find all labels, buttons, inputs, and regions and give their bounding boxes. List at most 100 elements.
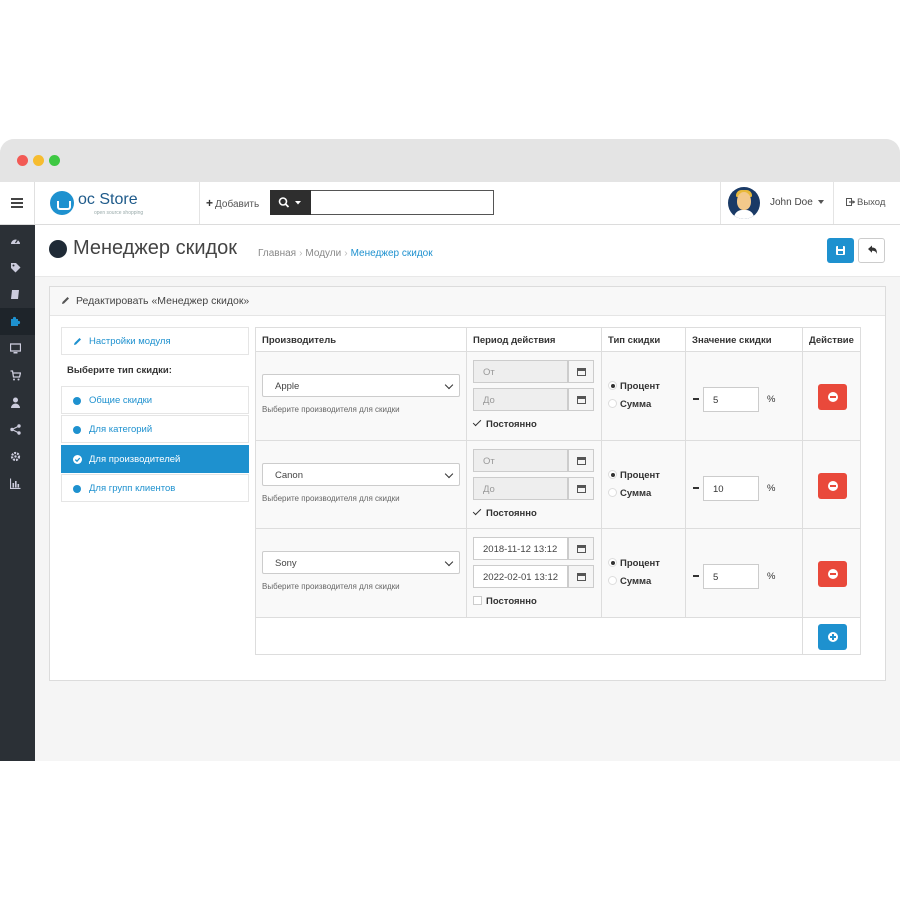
- back-button[interactable]: [858, 238, 885, 263]
- sidebar-item-system[interactable]: [0, 443, 35, 470]
- user-menu[interactable]: John Doe: [770, 197, 824, 208]
- circle-icon: [73, 426, 81, 434]
- plus-icon: +: [206, 196, 214, 210]
- save-button[interactable]: [827, 238, 854, 263]
- cart-icon: [10, 370, 21, 381]
- breadcrumb-separator: ›: [299, 248, 303, 259]
- desktop-icon: [10, 343, 21, 354]
- breadcrumb-home[interactable]: Главная: [258, 248, 296, 259]
- remove-row-button[interactable]: [818, 473, 847, 499]
- check-circle-icon: [73, 455, 82, 464]
- manufacturer-help: Выберите производителя для скидки: [262, 405, 400, 414]
- sidebar-item-catalog[interactable]: [0, 254, 35, 281]
- date-from-input[interactable]: От: [473, 360, 568, 383]
- module-settings-link[interactable]: Настройки модуля: [61, 327, 249, 355]
- remove-row-button[interactable]: [818, 561, 847, 587]
- date-from-input[interactable]: От: [473, 449, 568, 472]
- discount-type-manufacturers[interactable]: Для производителей: [61, 445, 249, 473]
- calendar-button[interactable]: [568, 537, 594, 560]
- discount-type-categories[interactable]: Для категорий: [61, 415, 249, 443]
- manufacturer-value: Sony: [275, 558, 297, 569]
- sidebar-item-marketing[interactable]: [0, 416, 35, 443]
- sign-out-icon: [846, 198, 855, 206]
- breadcrumb-modules[interactable]: Модули: [305, 248, 341, 259]
- calendar-icon: [577, 368, 586, 376]
- remove-row-button[interactable]: [818, 384, 847, 410]
- type-percent-radio[interactable]: Процент: [608, 558, 660, 569]
- avatar[interactable]: [728, 187, 760, 219]
- discount-value-input[interactable]: 5: [703, 564, 759, 589]
- calendar-button[interactable]: [568, 565, 594, 588]
- calendar-button[interactable]: [568, 449, 594, 472]
- edit-panel: Редактировать «Менеджер скидок» Настройк…: [49, 286, 886, 681]
- date-to-input[interactable]: До: [473, 388, 568, 411]
- search-input[interactable]: [311, 190, 494, 215]
- panel-heading-text: Редактировать «Менеджер скидок»: [76, 295, 250, 307]
- type-sum-radio[interactable]: Сумма: [608, 576, 651, 587]
- column-header-manufacturer: Производитель: [255, 327, 467, 352]
- add-new-button[interactable]: + Добавить: [206, 196, 259, 210]
- add-row-button[interactable]: [818, 624, 847, 650]
- sidebar-item-modules[interactable]: [0, 308, 35, 335]
- percent-label: Процент: [620, 381, 660, 392]
- plus-circle-icon: [828, 632, 838, 642]
- sidebar-item-reports[interactable]: [0, 470, 35, 497]
- pencil-icon: [74, 338, 81, 345]
- permanent-label: Постоянно: [486, 596, 537, 607]
- manufacturer-value: Canon: [275, 470, 303, 481]
- breadcrumb-separator: ›: [344, 248, 348, 259]
- save-icon: [836, 246, 845, 255]
- discount-value-input[interactable]: 5: [703, 387, 759, 412]
- store-logo[interactable]: oc Store open source shopping: [48, 188, 198, 218]
- maximize-window-dot[interactable]: [49, 155, 60, 166]
- gear-icon: [10, 451, 21, 462]
- type-sum-radio[interactable]: Сумма: [608, 488, 651, 499]
- permanent-checkbox[interactable]: Постоянно: [473, 508, 537, 519]
- date-to-input[interactable]: До: [473, 477, 568, 500]
- type-percent-radio[interactable]: Процент: [608, 381, 660, 392]
- value-cell: 5 %: [685, 528, 803, 618]
- manufacturer-select[interactable]: Canon: [262, 463, 460, 486]
- discount-type-label: Выберите тип скидки:: [67, 365, 172, 376]
- main-content: Менеджер скидок Главная › Модули › Менеджер …: [35, 225, 900, 761]
- discount-type-general[interactable]: Общие скидки: [61, 386, 249, 414]
- permanent-checkbox[interactable]: Постоянно: [473, 419, 537, 430]
- date-to-input[interactable]: 2022-02-01 13:12: [473, 565, 568, 588]
- percent-label: Процент: [620, 558, 660, 569]
- sidebar-item-sales[interactable]: [0, 362, 35, 389]
- search-dropdown-button[interactable]: [270, 190, 311, 215]
- calendar-button[interactable]: [568, 360, 594, 383]
- type-sum-radio[interactable]: Сумма: [608, 399, 651, 410]
- share-icon: [10, 424, 21, 435]
- breadcrumb-current[interactable]: Менеджер скидок: [351, 248, 433, 259]
- sidebar-item-design[interactable]: [0, 335, 35, 362]
- calendar-button[interactable]: [568, 477, 594, 500]
- table-footer-row: [255, 617, 803, 655]
- close-window-dot[interactable]: [17, 155, 28, 166]
- sidebar-item-customers[interactable]: [0, 389, 35, 416]
- type-percent-radio[interactable]: Процент: [608, 470, 660, 481]
- logo-cart-icon: [50, 191, 74, 215]
- search-icon: [278, 197, 301, 208]
- discount-type-customer-groups[interactable]: Для групп клиентов: [61, 474, 249, 502]
- left-sidebar: [0, 225, 35, 761]
- logout-button[interactable]: Выход: [846, 197, 885, 208]
- logo-text: oc Store: [78, 191, 138, 208]
- page-circle-icon: [49, 240, 67, 258]
- discount-value-input[interactable]: 10: [703, 476, 759, 501]
- menu-toggle-button[interactable]: [0, 182, 35, 224]
- discount-type-label: Для категорий: [89, 424, 153, 435]
- calendar-icon: [577, 396, 586, 404]
- minimize-window-dot[interactable]: [33, 155, 44, 166]
- chevron-down-icon: [444, 380, 454, 390]
- calendar-button[interactable]: [568, 388, 594, 411]
- permanent-checkbox[interactable]: Постоянно: [473, 596, 537, 607]
- chevron-down-icon: [295, 201, 301, 205]
- manufacturer-select[interactable]: Apple: [262, 374, 460, 397]
- sidebar-item-dashboard[interactable]: [0, 227, 35, 254]
- manufacturer-select[interactable]: Sony: [262, 551, 460, 574]
- column-header-period: Период действия: [466, 327, 602, 352]
- date-from-input[interactable]: 2018-11-12 13:12: [473, 537, 568, 560]
- window-titlebar: [0, 139, 900, 182]
- sidebar-item-extensions[interactable]: [0, 281, 35, 308]
